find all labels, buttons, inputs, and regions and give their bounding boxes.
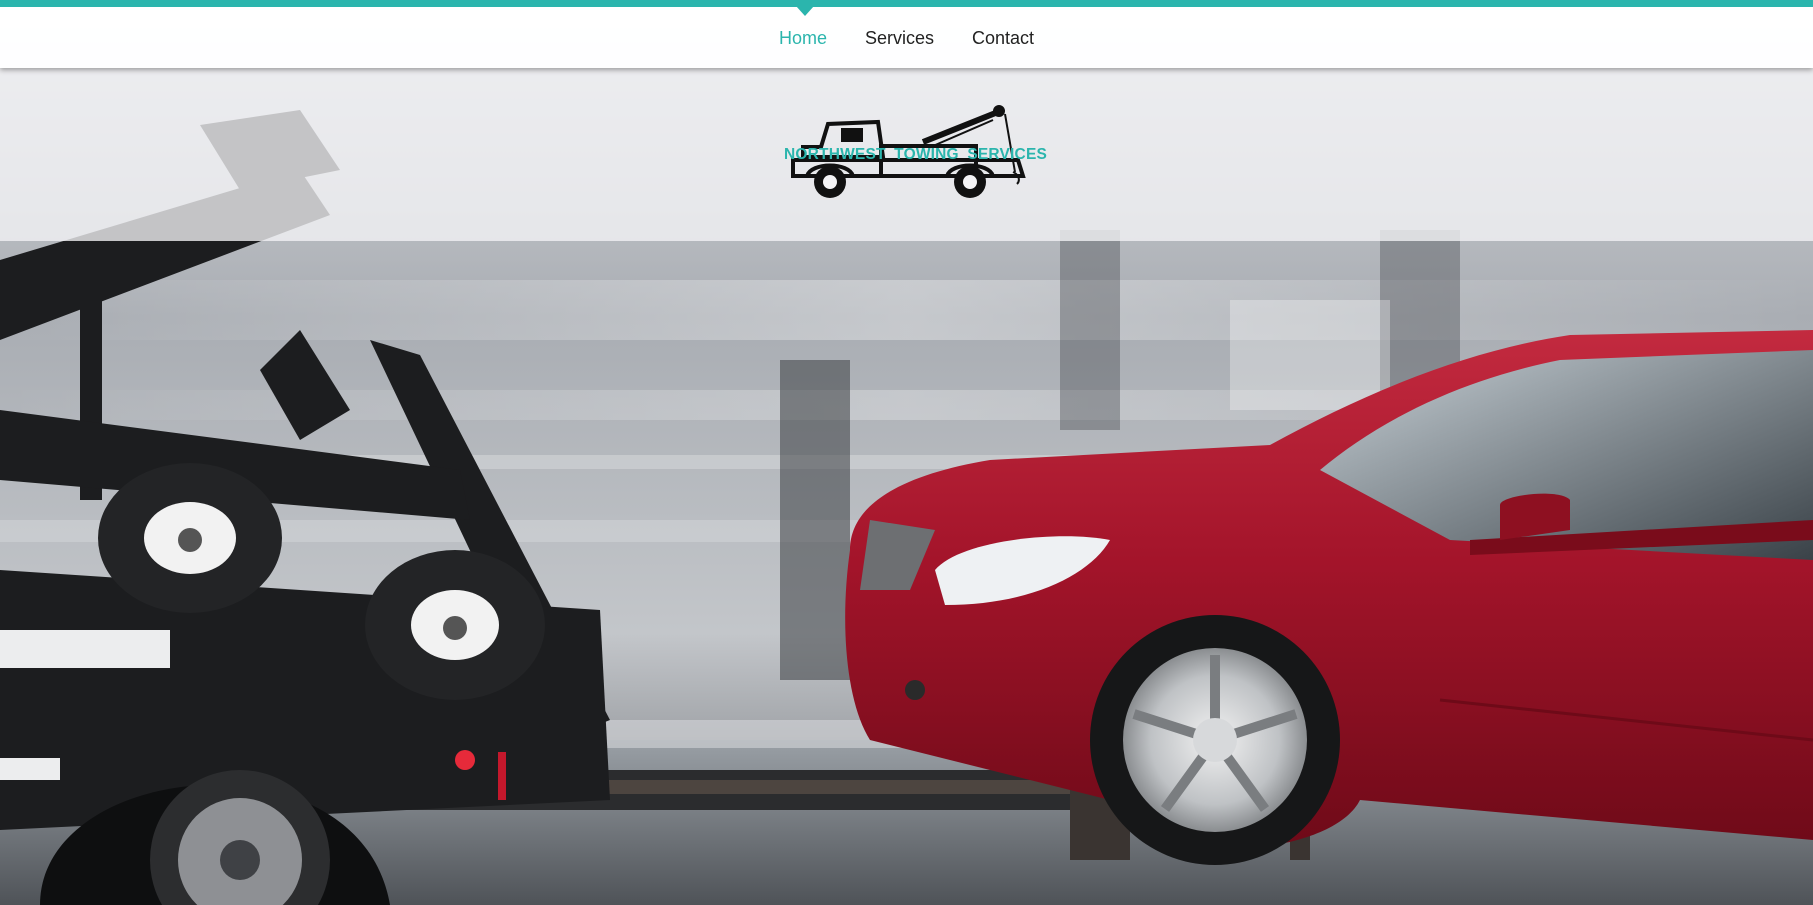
active-nav-pointer bbox=[796, 6, 814, 16]
logo-text: NORTHWEST TOWING SERVICES bbox=[784, 146, 1048, 163]
page: Home Services Contact NORTHWEST TOWING S… bbox=[0, 0, 1813, 905]
nav-item-services[interactable]: Services bbox=[865, 6, 934, 69]
logo-banner: NORTHWEST TOWING SERVICES bbox=[0, 68, 1813, 241]
site-logo[interactable]: NORTHWEST TOWING SERVICES bbox=[783, 102, 1048, 208]
nav-item-contact[interactable]: Contact bbox=[972, 6, 1034, 69]
nav-list: Home Services Contact bbox=[0, 7, 1813, 68]
main-navigation: Home Services Contact bbox=[0, 7, 1813, 68]
top-accent-bar bbox=[0, 0, 1813, 7]
